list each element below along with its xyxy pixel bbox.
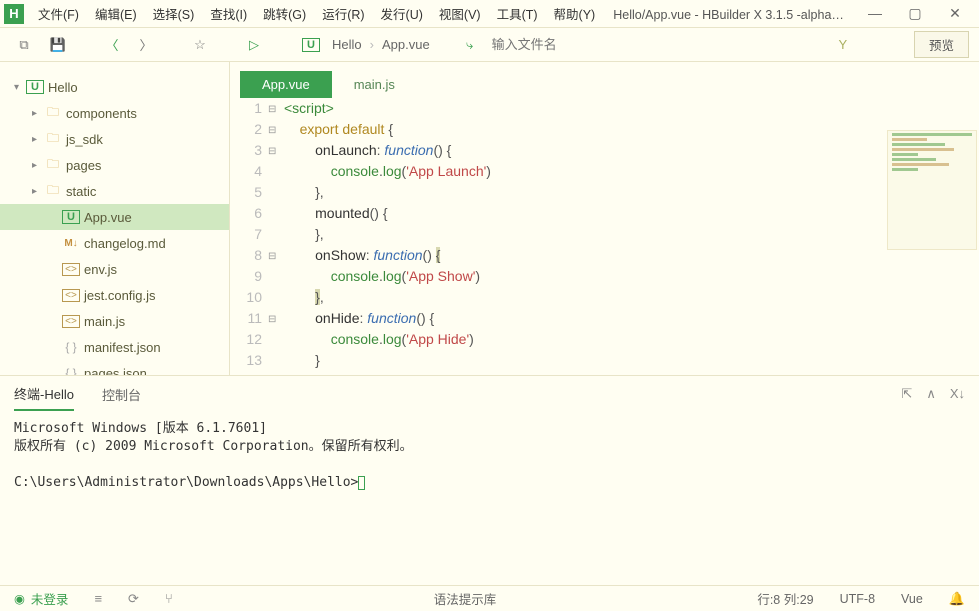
window-title: Hello/App.vue - HBuilder X 3.1.5 -alpha(… [603, 4, 855, 23]
toolbar: ⧉ 💾 〈 〉 ☆ ▷ U Hello › App.vue ⤷ Y 预览 [0, 28, 979, 62]
statusbar: ◉ 未登录 ≡ ⟳ ⑂ 语法提示库 行:8 列:29 UTF-8 Vue 🔔 [0, 585, 979, 611]
preview-button[interactable]: 预览 [914, 31, 969, 58]
window-controls: — ▢ ✕ [855, 5, 975, 22]
minimap[interactable] [887, 130, 977, 250]
menu-item[interactable]: 选择(S) [145, 4, 203, 23]
branch-icon[interactable]: ⑂ [165, 591, 173, 606]
chevron-right-icon: ▸ [32, 134, 44, 145]
menubar: H 文件(F)编辑(E)选择(S)查找(I)跳转(G)运行(R)发行(U)视图(… [0, 0, 979, 28]
close-button[interactable]: ✕ [935, 5, 975, 22]
tree-file[interactable]: <> jest.config.js [0, 282, 229, 308]
editor-area: App.vuemain.js 12345678910111213 ⊟⊟⊟ ⊟ ⊟… [230, 62, 979, 375]
terminal-tabs: 终端-Hello 控制台 ⇱ ∧ X↓ [0, 376, 979, 412]
json-icon: { } [62, 340, 80, 354]
terminal-output[interactable]: Microsoft Windows [版本 6.1.7601] 版权所有 (c)… [0, 412, 979, 585]
export-icon[interactable]: ⇱ [901, 386, 912, 402]
json-icon: { } [62, 366, 80, 375]
chevron-right-icon: ▸ [32, 108, 44, 119]
chevron-right-icon: › [370, 37, 374, 52]
search-arrow-icon[interactable]: ⤷ [456, 33, 484, 57]
app-logo-icon: H [4, 4, 24, 24]
vue-icon: U [62, 210, 80, 224]
terminal-tab-console[interactable]: 控制台 [102, 379, 141, 410]
close-panel-icon[interactable]: X↓ [950, 386, 965, 402]
tree-project[interactable]: ▾ U Hello [0, 74, 229, 100]
syntax-hint[interactable]: 语法提示库 [434, 589, 497, 608]
menu-item[interactable]: 视图(V) [431, 4, 489, 23]
cursor-position[interactable]: 行:8 列:29 [757, 589, 813, 608]
forward-icon[interactable]: 〉 [132, 33, 160, 57]
js-icon: <> [62, 263, 80, 276]
tree-file[interactable]: U App.vue [0, 204, 229, 230]
tree-file[interactable]: { } manifest.json [0, 334, 229, 360]
run-icon[interactable]: ▷ [240, 33, 268, 57]
project-icon: U [26, 80, 44, 94]
folder-icon: 🗀 [44, 155, 62, 176]
breadcrumb-root[interactable]: Hello [332, 37, 362, 52]
menu-item[interactable]: 运行(R) [314, 4, 372, 23]
menu-item[interactable]: 文件(F) [30, 4, 87, 23]
folder-icon: 🗀 [44, 103, 62, 124]
menu-item[interactable]: 帮助(Y) [546, 4, 604, 23]
folder-icon: 🗀 [44, 181, 62, 202]
language-mode[interactable]: Vue [901, 592, 923, 606]
search-input[interactable] [492, 37, 772, 52]
menu-item[interactable]: 查找(I) [202, 4, 255, 23]
sync-icon[interactable]: ⟳ [128, 591, 139, 607]
tree-folder[interactable]: ▸ 🗀 static [0, 178, 229, 204]
star-icon[interactable]: ☆ [186, 33, 214, 57]
tree-file[interactable]: <> main.js [0, 308, 229, 334]
login-status[interactable]: ◉ 未登录 [14, 589, 68, 608]
file-type-icon: U [302, 38, 320, 52]
list-icon[interactable]: ≡ [94, 591, 102, 606]
chevron-down-icon: ▾ [14, 82, 26, 93]
editor-tabs: App.vuemain.js [230, 62, 979, 98]
tree-file[interactable]: { } pages.json [0, 360, 229, 375]
menu-item[interactable]: 发行(U) [373, 4, 431, 23]
breadcrumb: U Hello › App.vue [302, 37, 430, 52]
search-box: ⤷ [456, 33, 772, 57]
editor-tab[interactable]: App.vue [240, 71, 332, 98]
tree-file[interactable]: <> env.js [0, 256, 229, 282]
chevron-right-icon: ▸ [32, 160, 44, 171]
tree-folder[interactable]: ▸ 🗀 pages [0, 152, 229, 178]
collapse-icon[interactable]: ∧ [926, 386, 936, 402]
save-icon[interactable]: 💾 [44, 33, 72, 57]
menu-item[interactable]: 工具(T) [489, 4, 546, 23]
folder-icon: 🗀 [44, 129, 62, 150]
breadcrumb-file[interactable]: App.vue [382, 37, 430, 52]
tree-file[interactable]: M↓ changelog.md [0, 230, 229, 256]
file-explorer: ▾ U Hello ▸ 🗀 components ▸ 🗀 js_sdk ▸ 🗀 … [0, 62, 230, 375]
bell-icon[interactable]: 🔔 [949, 591, 965, 607]
user-icon: ◉ [14, 591, 25, 606]
chevron-right-icon: ▸ [32, 186, 44, 197]
minimize-button[interactable]: — [855, 5, 895, 22]
tree-folder[interactable]: ▸ 🗀 js_sdk [0, 126, 229, 152]
code-editor[interactable]: 12345678910111213 ⊟⊟⊟ ⊟ ⊟ <script> expor… [230, 98, 979, 375]
js-icon: <> [62, 289, 80, 302]
terminal-tab-hello[interactable]: 终端-Hello [14, 378, 74, 411]
maximize-button[interactable]: ▢ [895, 5, 935, 22]
filter-icon[interactable]: Y [829, 33, 857, 57]
encoding[interactable]: UTF-8 [840, 592, 875, 606]
menu-item[interactable]: 跳转(G) [255, 4, 314, 23]
js-icon: <> [62, 315, 80, 328]
main-area: ▾ U Hello ▸ 🗀 components ▸ 🗀 js_sdk ▸ 🗀 … [0, 62, 979, 375]
markdown-icon: M↓ [62, 238, 80, 249]
new-file-icon[interactable]: ⧉ [10, 33, 38, 57]
menu-item[interactable]: 编辑(E) [87, 4, 145, 23]
editor-tab[interactable]: main.js [332, 71, 417, 98]
back-icon[interactable]: 〈 [98, 33, 126, 57]
terminal-panel: 终端-Hello 控制台 ⇱ ∧ X↓ Microsoft Windows [版… [0, 375, 979, 585]
tree-folder[interactable]: ▸ 🗀 components [0, 100, 229, 126]
